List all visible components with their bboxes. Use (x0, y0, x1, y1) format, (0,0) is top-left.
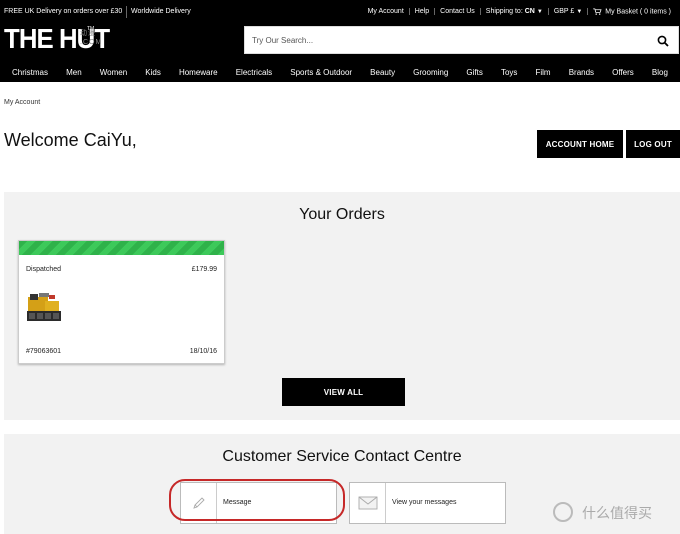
chevron-down-icon: ▼ (536, 9, 543, 16)
shipping-country: CN (524, 8, 535, 16)
message-button[interactable]: Message (180, 482, 337, 524)
envelope-icon-box (350, 483, 386, 523)
message-label: Message (223, 499, 252, 506)
worldwide-delivery-link[interactable]: Worldwide Delivery (131, 8, 191, 15)
top-links: My Account Help Contact Us Shipping to: … (363, 8, 676, 16)
order-date: 18/10/16 (189, 348, 217, 355)
breadcrumb[interactable]: My Account (4, 99, 40, 106)
nav-item-beauty[interactable]: Beauty (370, 68, 395, 77)
basket-link[interactable]: My Basket ( 0 items ) (587, 8, 676, 16)
orders-heading: Your Orders (299, 206, 385, 223)
shipping-label: Shipping to: (485, 8, 523, 16)
basket-icon (593, 8, 602, 15)
order-price: £179.99 (191, 266, 217, 273)
nav-item-christmas[interactable]: Christmas (12, 68, 48, 77)
nav-item-grooming[interactable]: Grooming (413, 68, 448, 77)
pencil-icon (192, 497, 205, 509)
order-number: #79063601 (26, 348, 62, 355)
product-thumbnail[interactable] (25, 291, 63, 327)
view-all-button[interactable]: VIEW ALL (282, 378, 405, 406)
main-nav: Christmas Men Women Kids Homeware Electr… (0, 62, 680, 82)
free-delivery-promo[interactable]: FREE UK Delivery on orders over £30 (4, 8, 122, 15)
search-bar (244, 26, 679, 54)
shipping-selector[interactable]: Shipping to: CN ▼ (479, 8, 548, 16)
customer-service-heading: Customer Service Contact Centre (222, 448, 462, 465)
nav-item-homeware[interactable]: Homeware (179, 68, 218, 77)
nav-item-women[interactable]: Women (100, 68, 127, 77)
logo-watermark: 动漫 .COM (80, 30, 103, 46)
watermark-text: 什么值得买 (582, 506, 652, 522)
envelope-icon (358, 496, 377, 510)
basket-label: My Basket ( 0 items ) (605, 8, 671, 16)
search-input[interactable] (245, 27, 645, 53)
page-title: Welcome CaiYu, (4, 130, 137, 150)
search-icon[interactable] (657, 35, 669, 47)
nav-item-offers[interactable]: Offers (612, 68, 634, 77)
currency-label: GBP £ (553, 8, 575, 16)
chevron-down-icon: ▼ (576, 9, 583, 16)
order-status-stripe (19, 241, 224, 255)
account-home-button[interactable]: ACCOUNT HOME (537, 130, 623, 158)
nav-item-blog[interactable]: Blog (652, 68, 668, 77)
help-link[interactable]: Help (408, 8, 434, 16)
log-out-button[interactable]: LOG OUT (626, 130, 680, 158)
nav-item-kids[interactable]: Kids (145, 68, 161, 77)
order-card[interactable]: Dispatched £179.99 #79063601 18/10/16 (18, 240, 225, 364)
nav-item-film[interactable]: Film (535, 68, 550, 77)
view-messages-button[interactable]: View your messages (349, 482, 506, 524)
promo-divider (126, 6, 127, 18)
order-status: Dispatched (26, 266, 62, 273)
currency-selector[interactable]: GBP £ ▼ (547, 8, 587, 16)
message-icon-box (181, 483, 217, 523)
nav-item-brands[interactable]: Brands (569, 68, 594, 77)
nav-item-toys[interactable]: Toys (501, 68, 517, 77)
my-account-link[interactable]: My Account (363, 8, 409, 15)
contact-us-link[interactable]: Contact Us (434, 8, 480, 16)
site-header: FREE UK Delivery on orders over £30 Worl… (0, 0, 680, 82)
nav-item-gifts[interactable]: Gifts (466, 68, 482, 77)
nav-item-electricals[interactable]: Electricals (236, 68, 272, 77)
nav-item-sports-outdoor[interactable]: Sports & Outdoor (290, 68, 352, 77)
watermark-logo (553, 502, 573, 522)
view-messages-label: View your messages (392, 499, 457, 506)
nav-item-men[interactable]: Men (66, 68, 82, 77)
